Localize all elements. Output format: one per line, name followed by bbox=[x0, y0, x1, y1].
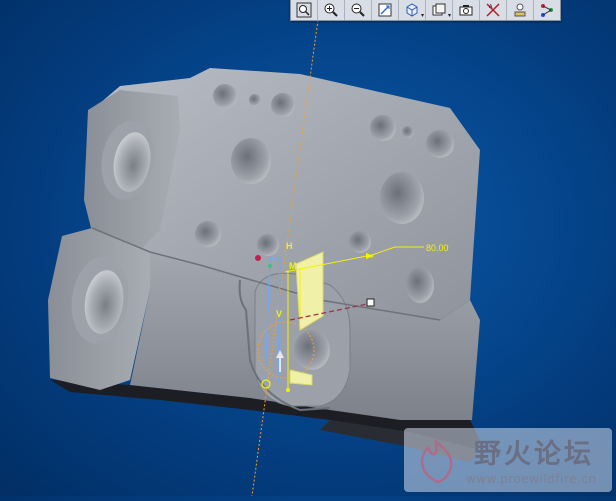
spin-center-button[interactable] bbox=[507, 0, 534, 20]
view-orientation-icon bbox=[406, 3, 418, 17]
zoom-fit-button[interactable] bbox=[291, 0, 318, 20]
part-model bbox=[48, 19, 480, 497]
dimension-value[interactable]: 80.00 bbox=[426, 243, 449, 253]
drag-handle bbox=[366, 298, 375, 307]
zoom-in-icon bbox=[324, 3, 338, 17]
refit-button[interactable] bbox=[372, 0, 399, 20]
view-toolbar: ▾ ▾ A bbox=[290, 0, 561, 21]
point-marker bbox=[255, 255, 261, 261]
spin-center-icon bbox=[514, 3, 526, 17]
zoom-out-button[interactable] bbox=[345, 0, 372, 20]
chevron-down-icon: ▾ bbox=[447, 13, 451, 19]
chevron-down-icon: ▾ bbox=[420, 13, 424, 19]
saved-views-button[interactable]: ▾ bbox=[426, 0, 453, 20]
saved-views-icon bbox=[432, 3, 446, 16]
datum-display-icon: A bbox=[486, 3, 500, 17]
model-viewport[interactable]: H M V 80.00 bbox=[0, 0, 616, 497]
sketch-constraints-icon bbox=[541, 4, 553, 17]
zoom-fit-icon bbox=[296, 2, 312, 18]
flame-logo-icon bbox=[420, 439, 453, 484]
capture-icon bbox=[459, 5, 473, 16]
datum-display-button[interactable]: A bbox=[480, 0, 507, 20]
dim-label-h: H bbox=[286, 241, 293, 251]
capture-button[interactable] bbox=[453, 0, 480, 20]
zoom-in-button[interactable] bbox=[318, 0, 345, 20]
dim-label-m: M bbox=[289, 261, 297, 271]
watermark-title: 野火论坛 bbox=[474, 439, 594, 470]
zoom-out-icon bbox=[351, 3, 365, 17]
refit-icon bbox=[378, 3, 392, 17]
sketch-constraints-button[interactable] bbox=[534, 0, 560, 20]
dim-label-v: V bbox=[276, 309, 283, 319]
watermark-url: www.proewildfire.cn bbox=[466, 472, 597, 486]
view-orientation-button[interactable]: ▾ bbox=[399, 0, 426, 20]
watermark: 野火论坛 www.proewildfire.cn bbox=[404, 428, 612, 492]
